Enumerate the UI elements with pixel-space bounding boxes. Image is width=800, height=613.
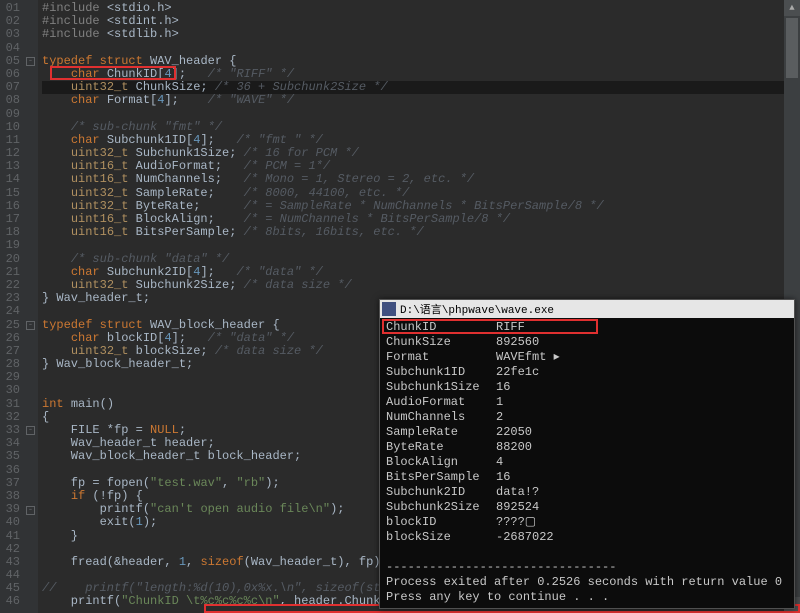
fold-toggle[interactable]: - xyxy=(26,321,35,330)
line-number-gutter: 0102030405060708091011121314151617181920… xyxy=(0,0,24,613)
terminal-row: SampleRate22050 xyxy=(386,425,788,440)
terminal-line: Press any key to continue . . . xyxy=(386,590,788,605)
terminal-icon xyxy=(382,302,396,316)
terminal-row: Subchunk2Size892524 xyxy=(386,500,788,515)
terminal-body: ChunkIDRIFFChunkSize892560FormatWAVEfmt … xyxy=(380,318,794,607)
terminal-line: -------------------------------- xyxy=(386,560,788,575)
terminal-row: Subchunk1ID22fe1c xyxy=(386,365,788,380)
terminal-row: Subchunk1Size16 xyxy=(386,380,788,395)
code-line[interactable]: #include <stdlib.h> xyxy=(42,28,800,41)
terminal-row: ChunkSize892560 xyxy=(386,335,788,350)
terminal-titlebar[interactable]: D:\语言\phpwave\wave.exe xyxy=(380,300,794,318)
terminal-row: BlockAlign4 xyxy=(386,455,788,470)
terminal-row: blockSize-2687022 xyxy=(386,530,788,545)
terminal-window[interactable]: D:\语言\phpwave\wave.exe ChunkIDRIFFChunkS… xyxy=(379,299,795,609)
scroll-up-icon[interactable]: ▲ xyxy=(784,0,800,16)
terminal-row: BitsPerSample16 xyxy=(386,470,788,485)
terminal-row: Subchunk2IDdata!? xyxy=(386,485,788,500)
fold-column[interactable]: - - - - xyxy=(24,0,38,613)
fold-toggle[interactable]: - xyxy=(26,57,35,66)
code-line[interactable]: uint16_t BitsPerSample; /* 8bits, 16bits… xyxy=(42,226,800,239)
terminal-row: FormatWAVEfmt ▸ xyxy=(386,350,788,365)
code-line[interactable]: char Format[4]; /* "WAVE" */ xyxy=(42,94,800,107)
terminal-row: ChunkIDRIFF xyxy=(386,320,788,335)
terminal-row: NumChannels2 xyxy=(386,410,788,425)
terminal-line: Process exited after 0.2526 seconds with… xyxy=(386,575,788,590)
terminal-title: D:\语言\phpwave\wave.exe xyxy=(400,301,554,317)
terminal-row: blockID????▢ xyxy=(386,515,788,530)
terminal-row: AudioFormat1 xyxy=(386,395,788,410)
scrollbar-thumb[interactable] xyxy=(786,18,798,78)
terminal-row: ByteRate88200 xyxy=(386,440,788,455)
terminal-line xyxy=(386,545,788,560)
fold-toggle[interactable]: - xyxy=(26,506,35,515)
fold-toggle[interactable]: - xyxy=(26,426,35,435)
code-line[interactable]: uint32_t Subchunk2Size; /* data size */ xyxy=(42,279,800,292)
